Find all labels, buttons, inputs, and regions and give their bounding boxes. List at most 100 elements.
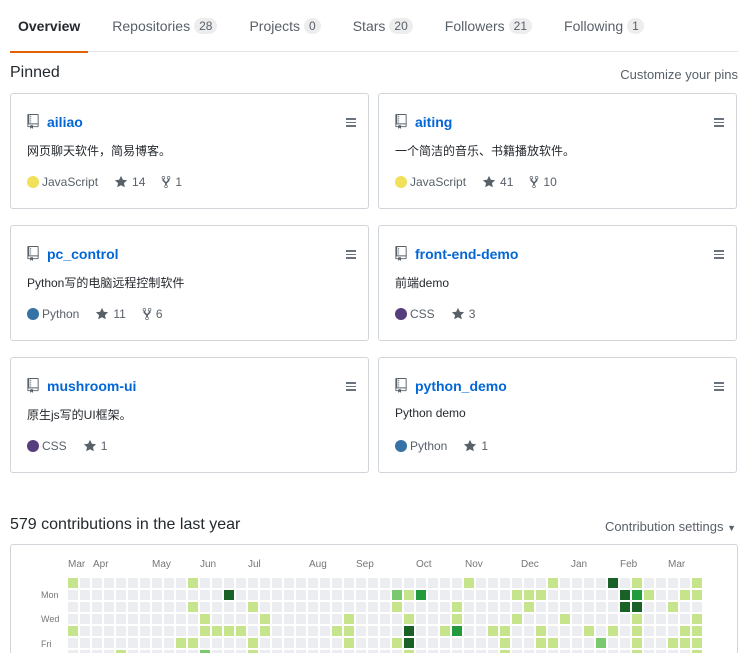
contribution-day[interactable] (356, 638, 366, 648)
forks-link[interactable]: 1 (161, 175, 182, 189)
contribution-day[interactable] (296, 590, 306, 600)
contribution-day[interactable] (224, 626, 234, 636)
contribution-day[interactable] (272, 638, 282, 648)
contribution-day[interactable] (512, 590, 522, 600)
contribution-day[interactable] (656, 638, 666, 648)
contribution-day[interactable] (116, 602, 126, 612)
contribution-day[interactable] (68, 614, 78, 624)
contribution-day[interactable] (404, 602, 414, 612)
contribution-day[interactable] (344, 590, 354, 600)
contribution-day[interactable] (320, 578, 330, 588)
drag-handle-icon[interactable] (714, 250, 724, 259)
contribution-day[interactable] (476, 626, 486, 636)
contribution-day[interactable] (140, 602, 150, 612)
contribution-day[interactable] (380, 602, 390, 612)
contribution-day[interactable] (104, 626, 114, 636)
contribution-day[interactable] (176, 626, 186, 636)
contribution-day[interactable] (464, 602, 474, 612)
contribution-day[interactable] (488, 614, 498, 624)
contribution-day[interactable] (80, 602, 90, 612)
contribution-day[interactable] (536, 578, 546, 588)
contribution-day[interactable] (668, 590, 678, 600)
contribution-day[interactable] (368, 638, 378, 648)
contribution-day[interactable] (644, 590, 654, 600)
contribution-day[interactable] (428, 602, 438, 612)
contribution-day[interactable] (248, 614, 258, 624)
repo-name-link[interactable]: ailiao (47, 114, 83, 130)
contribution-day[interactable] (488, 590, 498, 600)
drag-handle-icon[interactable] (346, 118, 356, 127)
contribution-day[interactable] (608, 638, 618, 648)
contribution-day[interactable] (380, 590, 390, 600)
tab-projects[interactable]: Projects 0 (241, 0, 328, 52)
contribution-day[interactable] (392, 626, 402, 636)
contribution-day[interactable] (128, 602, 138, 612)
stars-link[interactable]: 3 (451, 307, 475, 321)
contribution-day[interactable] (212, 638, 222, 648)
contribution-day[interactable] (68, 638, 78, 648)
contribution-day[interactable] (224, 614, 234, 624)
tab-following[interactable]: Following 1 (556, 0, 652, 52)
contribution-day[interactable] (584, 614, 594, 624)
contribution-day[interactable] (452, 602, 462, 612)
contribution-day[interactable] (476, 602, 486, 612)
contribution-day[interactable] (680, 614, 690, 624)
contribution-day[interactable] (128, 578, 138, 588)
contribution-day[interactable] (428, 590, 438, 600)
contribution-day[interactable] (548, 626, 558, 636)
contribution-day[interactable] (248, 578, 258, 588)
contribution-day[interactable] (596, 578, 606, 588)
contribution-day[interactable] (368, 602, 378, 612)
contribution-day[interactable] (248, 590, 258, 600)
stars-link[interactable]: 14 (114, 175, 145, 189)
repo-name-link[interactable]: python_demo (415, 378, 507, 394)
tab-followers[interactable]: Followers 21 (437, 0, 540, 52)
contribution-day[interactable] (428, 638, 438, 648)
contribution-day[interactable] (200, 578, 210, 588)
contribution-day[interactable] (356, 578, 366, 588)
contribution-day[interactable] (548, 614, 558, 624)
contribution-day[interactable] (572, 578, 582, 588)
contribution-day[interactable] (440, 638, 450, 648)
contribution-day[interactable] (128, 638, 138, 648)
contribution-day[interactable] (128, 626, 138, 636)
contribution-day[interactable] (344, 638, 354, 648)
contribution-day[interactable] (296, 614, 306, 624)
contribution-day[interactable] (200, 602, 210, 612)
contribution-day[interactable] (92, 578, 102, 588)
contribution-day[interactable] (488, 638, 498, 648)
contribution-day[interactable] (560, 578, 570, 588)
contribution-day[interactable] (536, 614, 546, 624)
forks-link[interactable]: 6 (142, 307, 163, 321)
contribution-day[interactable] (584, 626, 594, 636)
contribution-day[interactable] (152, 578, 162, 588)
contribution-day[interactable] (308, 626, 318, 636)
contribution-day[interactable] (116, 590, 126, 600)
contribution-day[interactable] (80, 638, 90, 648)
contribution-day[interactable] (104, 602, 114, 612)
contribution-day[interactable] (584, 638, 594, 648)
contribution-day[interactable] (608, 590, 618, 600)
contribution-day[interactable] (92, 638, 102, 648)
contribution-day[interactable] (536, 590, 546, 600)
contribution-day[interactable] (224, 590, 234, 600)
contribution-day[interactable] (632, 578, 642, 588)
contribution-day[interactable] (680, 590, 690, 600)
contribution-day[interactable] (188, 578, 198, 588)
contribution-day[interactable] (248, 602, 258, 612)
contribution-day[interactable] (368, 590, 378, 600)
contribution-day[interactable] (536, 638, 546, 648)
contribution-day[interactable] (152, 626, 162, 636)
contribution-day[interactable] (584, 590, 594, 600)
contribution-day[interactable] (332, 590, 342, 600)
contribution-day[interactable] (656, 626, 666, 636)
contribution-day[interactable] (236, 614, 246, 624)
contribution-day[interactable] (428, 614, 438, 624)
contribution-day[interactable] (152, 638, 162, 648)
contribution-day[interactable] (476, 590, 486, 600)
pinned-repo-card[interactable]: front-end-demo 前端demo CSS 3 (378, 225, 737, 341)
drag-handle-icon[interactable] (714, 382, 724, 391)
contribution-day[interactable] (212, 590, 222, 600)
contribution-day[interactable] (296, 602, 306, 612)
contribution-day[interactable] (668, 578, 678, 588)
